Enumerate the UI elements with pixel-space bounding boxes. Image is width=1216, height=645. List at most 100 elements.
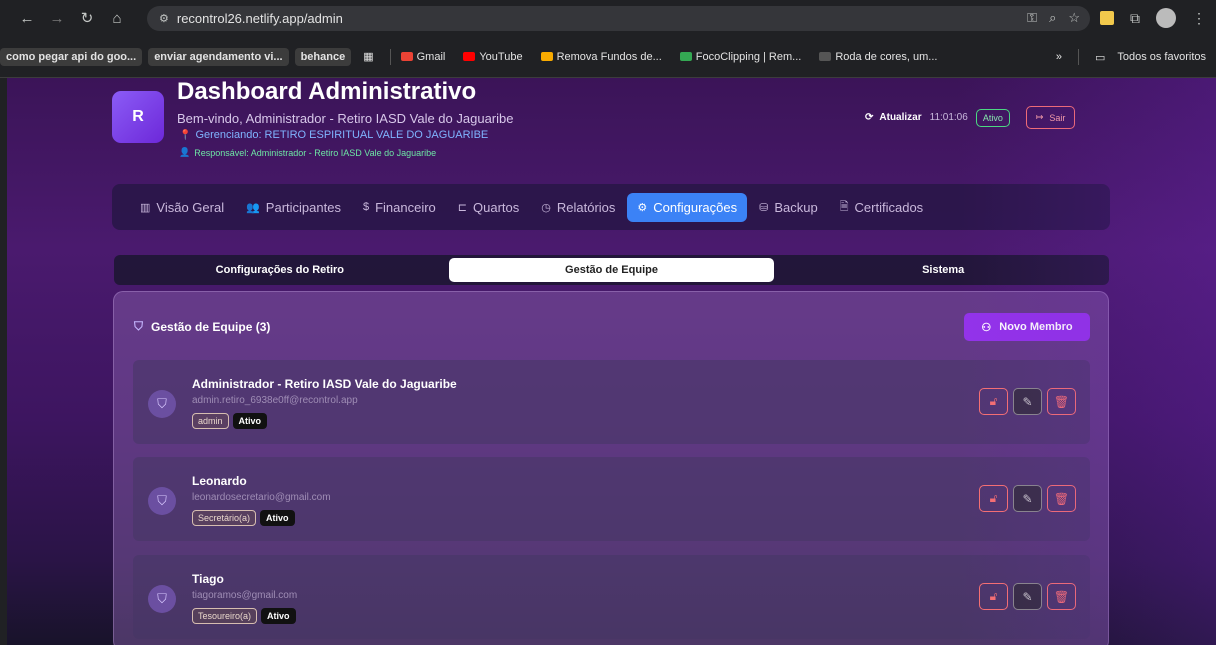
add-user-icon: ⚇	[981, 321, 992, 334]
team-title: Gestão de Equipe (3)	[151, 319, 271, 334]
member-email: tiagoramos@gmail.com	[192, 590, 298, 601]
team-card-header: ⛉ Gestão de Equipe (3)	[134, 319, 270, 334]
bookmark-separator	[389, 48, 391, 65]
header-actions: ⟳ Atualizar 11:01:06 Ativo ↦ Sair	[865, 106, 1076, 129]
tab-certificados[interactable]: 🗎 Certificados	[830, 191, 934, 224]
back-icon[interactable]: ←	[16, 7, 38, 29]
trash-icon: 🗑︎	[1053, 589, 1070, 604]
member-row: ⛉ Leonardo leonardosecretario@gmail.com …	[133, 457, 1090, 541]
menu-icon[interactable]: ⋮	[1192, 10, 1206, 27]
refresh-button[interactable]: ⟳ Atualizar	[865, 112, 922, 123]
dashboard-page: R Dashboard Administrativo Bem-vindo, Ad…	[7, 78, 1216, 645]
youtube-icon	[463, 52, 476, 61]
edit-button[interactable]: ✎	[1013, 583, 1042, 610]
clock-icon: ◷	[541, 201, 551, 214]
subtab-sistema[interactable]: Sistema	[780, 258, 1106, 282]
managing-text: Gerenciando: RETIRO ESPIRITUAL VALE DO J…	[195, 129, 489, 141]
lock-button[interactable]: 🔓︎	[979, 583, 1008, 610]
more-bookmarks[interactable]: »	[1056, 51, 1062, 63]
member-row: ⛉ Tiago tiagoramos@gmail.com Tesoureiro(…	[133, 555, 1090, 639]
apps-grid-icon[interactable]: ▦	[357, 47, 379, 66]
app-logo: R	[112, 91, 164, 143]
lock-button[interactable]: 🔓︎	[979, 485, 1008, 512]
bookmark-1[interactable]: como pegar api do goo...	[0, 47, 143, 66]
settings-subtabs: Configurações do Retiro Gestão de Equipe…	[114, 255, 1109, 285]
bookmark-roda[interactable]: Roda de cores, um...	[813, 48, 943, 66]
responsible-text: Responsável: Administrador - Retiro IASD…	[194, 147, 437, 158]
lock-button[interactable]: 🔓︎	[979, 388, 1008, 415]
gear-icon: ⚙	[637, 201, 648, 214]
status-badge: Ativo	[232, 413, 268, 429]
edit-icon: ✎	[1022, 491, 1033, 506]
member-name: Administrador - Retiro IASD Vale do Jagu…	[192, 377, 457, 391]
shield-icon: ⛉	[148, 585, 176, 613]
foco-icon	[679, 52, 692, 61]
subtab-retiro[interactable]: Configurações do Retiro	[117, 258, 443, 282]
edit-icon: ✎	[1022, 394, 1033, 409]
key-icon[interactable]: ⚿	[1027, 10, 1037, 26]
bookmark-2[interactable]: enviar agendamento vi...	[148, 47, 289, 66]
role-badge: admin	[192, 413, 229, 429]
bookmarks-bar: como pegar api do goo... enviar agendame…	[0, 36, 1216, 78]
edit-icon: ✎	[1022, 589, 1033, 604]
roda-icon	[819, 52, 832, 61]
lock-icon: 🔓︎	[989, 394, 998, 408]
tab-financeiro[interactable]: $ Financeiro	[353, 193, 446, 222]
gmail-icon	[400, 52, 413, 61]
shield-icon: ⛉	[148, 487, 176, 515]
status-badge: Ativo	[260, 510, 295, 526]
all-bookmarks[interactable]: Todos os favoritos	[1117, 51, 1206, 63]
delete-button[interactable]: 🗑︎	[1047, 485, 1076, 512]
bookmark-remova[interactable]: Remova Fundos de...	[535, 48, 668, 66]
user-icon: 👤	[179, 147, 191, 157]
extension-icon[interactable]	[1100, 11, 1114, 25]
tab-relatorios[interactable]: ◷ Relatórios	[531, 193, 625, 222]
tab-configuracoes[interactable]: ⚙ Configurações	[627, 192, 748, 222]
site-info-icon[interactable]: ⚙	[159, 12, 169, 25]
tab-participantes[interactable]: 👥 Participantes	[236, 193, 351, 222]
reload-icon[interactable]: ↻	[76, 7, 98, 29]
shield-icon: ⛉	[134, 319, 144, 333]
member-name: Leonardo	[192, 474, 247, 488]
clock-time: 11:01:06	[929, 112, 968, 123]
new-member-button[interactable]: ⚇ Novo Membro	[964, 313, 1090, 341]
refresh-icon: ⟳	[865, 112, 874, 123]
edit-button[interactable]: ✎	[1013, 485, 1042, 512]
bookmark-3[interactable]: behance	[294, 47, 352, 66]
shield-icon: ⛉	[148, 390, 176, 418]
star-icon[interactable]: ☆	[1068, 10, 1080, 26]
profile-avatar[interactable]	[1156, 8, 1176, 28]
logout-icon: ↦	[1035, 112, 1044, 122]
extensions-puzzle-icon[interactable]: ⧉	[1130, 10, 1140, 27]
bookmark-gmail[interactable]: Gmail	[395, 48, 452, 66]
responsible-info: 👤 Responsável: Administrador - Retiro IA…	[179, 147, 436, 158]
bar-chart-icon: ▥	[140, 201, 151, 214]
folder-icon: ▭	[1094, 51, 1106, 64]
tab-backup[interactable]: ⛁ Backup	[749, 193, 828, 222]
lock-icon: 🔓︎	[989, 491, 998, 505]
pin-icon: 📍	[179, 129, 192, 141]
delete-button[interactable]: 🗑︎	[1047, 388, 1076, 415]
bed-icon: ⊏	[457, 201, 467, 214]
zoom-icon[interactable]: ⌕	[1049, 10, 1056, 26]
trash-icon: 🗑︎	[1053, 491, 1070, 506]
delete-button[interactable]: 🗑︎	[1047, 583, 1076, 610]
browser-toolbar: ← → ↻ ⌂ ⚙ recontrol26.netlify.app/admin …	[0, 0, 1216, 36]
team-card: ⛉ Gestão de Equipe (3) ⚇ Novo Membro ⛉ A…	[113, 291, 1109, 645]
forward-icon[interactable]: →	[46, 7, 68, 29]
subtab-equipe[interactable]: Gestão de Equipe	[448, 258, 775, 282]
logout-button[interactable]: ↦ Sair	[1025, 106, 1076, 129]
bookmark-separator-2	[1077, 49, 1079, 65]
url-text[interactable]: recontrol26.netlify.app/admin	[177, 11, 343, 26]
page-title: Dashboard Administrativo	[177, 78, 477, 105]
bookmark-youtube[interactable]: YouTube	[457, 48, 528, 66]
bookmark-foco[interactable]: FocoClipping | Rem...	[674, 48, 808, 66]
edit-button[interactable]: ✎	[1013, 388, 1042, 415]
member-email: leonardosecretario@gmail.com	[192, 492, 331, 503]
tab-visao-geral[interactable]: ▥ Visão Geral	[130, 193, 234, 222]
tab-quartos[interactable]: ⊏ Quartos	[448, 193, 529, 222]
file-icon: 🗎	[839, 200, 849, 213]
home-icon[interactable]: ⌂	[106, 7, 128, 29]
dollar-icon: $	[362, 201, 370, 213]
address-bar[interactable]: ⚙ recontrol26.netlify.app/admin ⚿ ⌕ ☆	[147, 6, 1090, 31]
